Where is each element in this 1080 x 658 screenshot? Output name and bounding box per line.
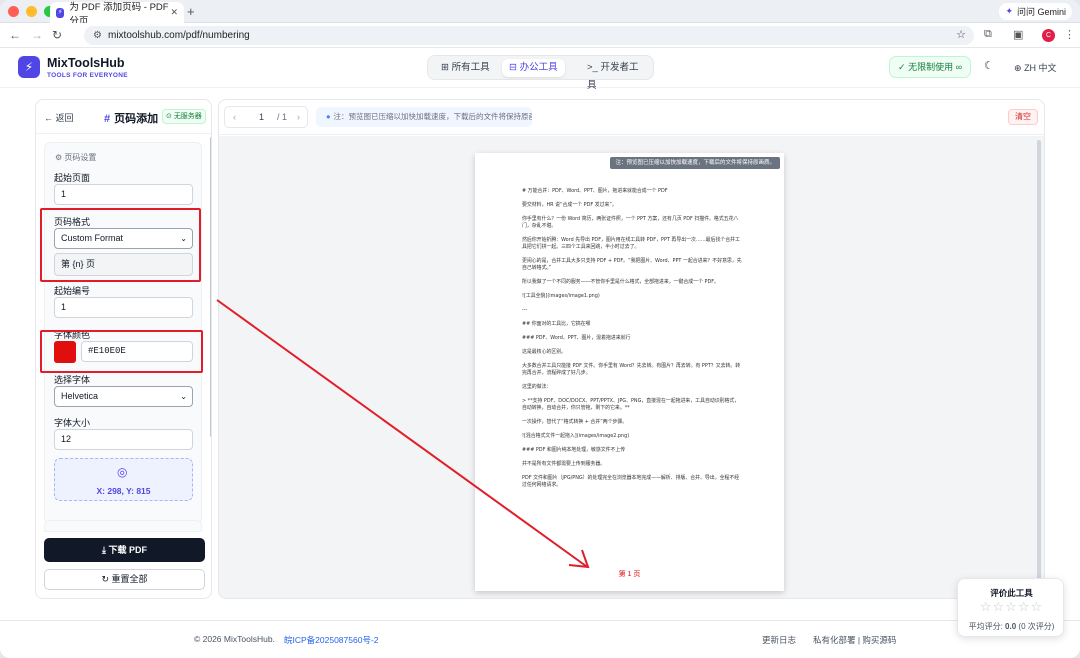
copyright: © 2026 MixToolsHub. [194, 634, 275, 644]
annotation-arrow [216, 299, 590, 569]
star-rating-input[interactable]: ☆☆☆☆☆ [958, 599, 1065, 615]
arrow-line [216, 299, 587, 567]
site-footer: © 2026 MixToolsHub. 皖ICP备2025087560号-2 更… [0, 620, 1080, 658]
browser-window: ⚡ 为 PDF 添加页码 - PDF 分页 ✕ + ✦ 问问 Gemini ← … [0, 0, 1080, 658]
rating-title: 评价此工具 [990, 588, 1033, 598]
rating-count: (0 次评分) [1018, 622, 1055, 631]
rating-widget: 评价此工具 ☆☆☆☆☆ 平均评分: 0.0 (0 次评分) [957, 578, 1064, 637]
rating-average-value: 0.0 [1005, 622, 1017, 631]
footer-links[interactable]: 更新日志 私有化部署 | 购买源码 [762, 634, 896, 646]
icp-link[interactable]: 皖ICP备2025087560号-2 [284, 634, 379, 646]
rating-average: 平均评分: 0.0 (0 次评分) [958, 621, 1065, 632]
rating-average-label: 平均评分: [968, 622, 1003, 631]
